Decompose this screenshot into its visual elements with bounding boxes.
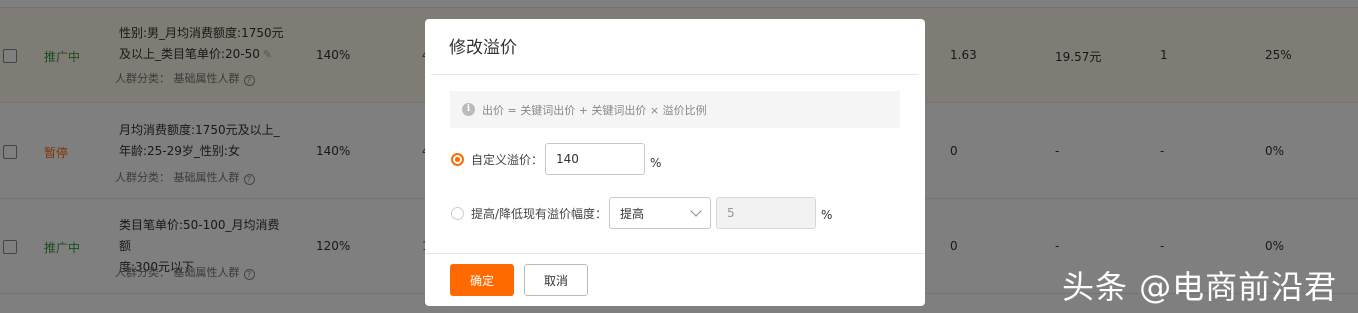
divider: [431, 74, 919, 75]
chevron-down-icon: [690, 205, 702, 217]
custom-premium-input[interactable]: 140: [545, 143, 646, 175]
adjust-direction-select[interactable]: 提高: [609, 197, 712, 229]
percent-unit: %: [650, 155, 662, 170]
custom-premium-radio[interactable]: [451, 152, 464, 166]
adjust-premium-radio[interactable]: [451, 206, 464, 220]
dialog-title: 修改溢价: [449, 38, 517, 58]
watermark: 头条 @电商前沿君: [1062, 268, 1338, 306]
custom-premium-option: 自定义溢价： 140 %: [451, 143, 661, 175]
custom-premium-label: 自定义溢价：: [471, 152, 544, 167]
adjust-amount-input[interactable]: 5: [716, 197, 817, 229]
adjust-premium-option: 提高/降低现有溢价幅度： 提高 5 %: [451, 197, 832, 229]
formula-tip: i 出价 = 关键词出价 + 关键词出价 × 溢价比例: [450, 91, 900, 128]
modify-premium-dialog: 修改溢价 i 出价 = 关键词出价 + 关键词出价 × 溢价比例 自定义溢价： …: [425, 19, 925, 306]
adjust-premium-label: 提高/降低现有溢价幅度：: [471, 206, 608, 221]
cancel-button[interactable]: 取消: [524, 264, 588, 296]
info-icon: i: [462, 103, 475, 116]
divider: [425, 253, 925, 254]
percent-unit: %: [821, 208, 833, 222]
formula-text: 出价 = 关键词出价 + 关键词出价 × 溢价比例: [482, 103, 707, 117]
confirm-button[interactable]: 确定: [450, 264, 514, 296]
select-value: 提高: [620, 206, 645, 221]
